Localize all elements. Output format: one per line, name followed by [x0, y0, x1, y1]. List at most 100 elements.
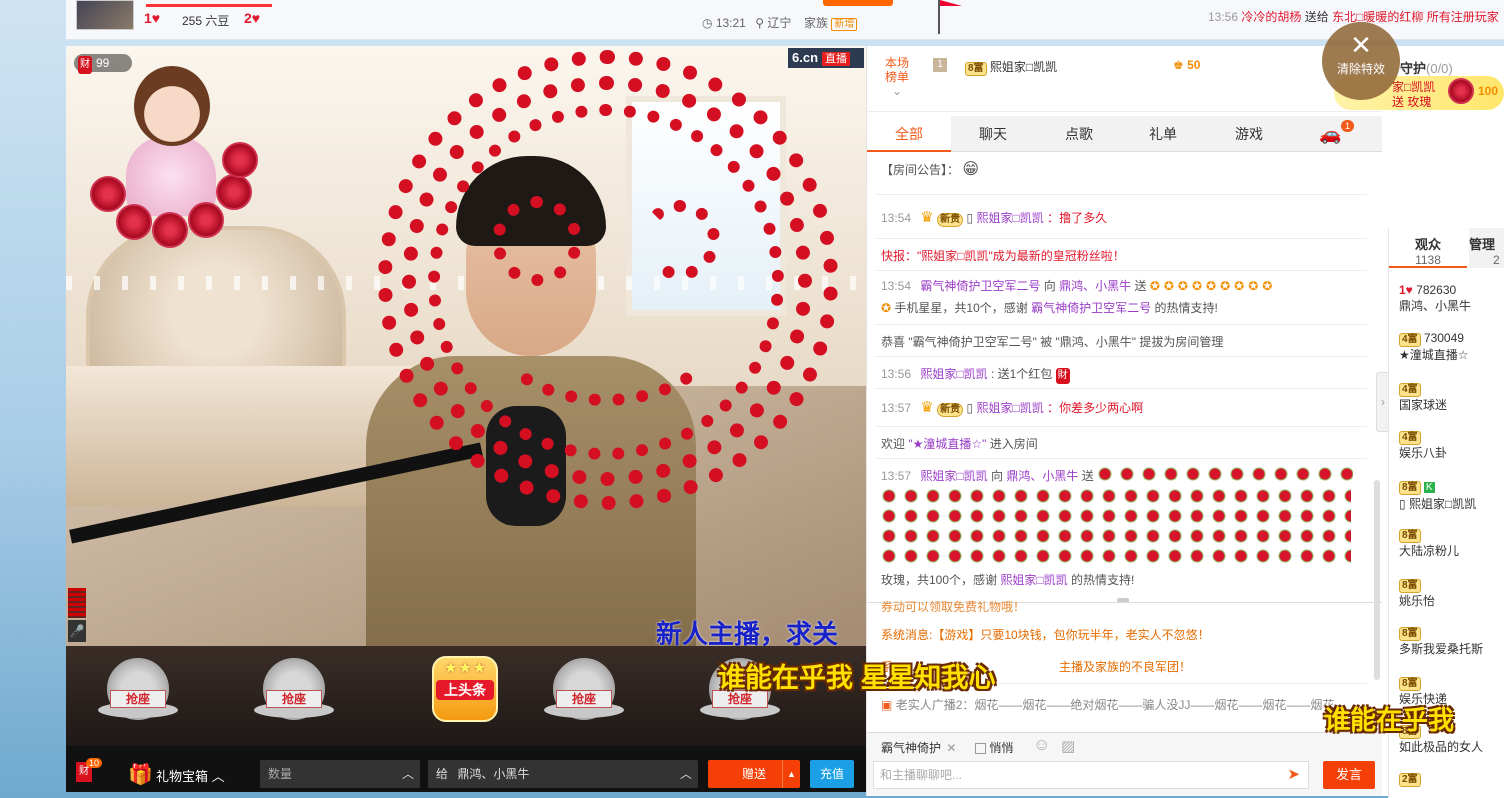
tab-viewers[interactable]: 观众 1138	[1389, 228, 1467, 268]
viewer-item[interactable]: 8富 大陆凉粉儿	[1399, 526, 1459, 559]
coin-icon: ♚	[1173, 58, 1184, 72]
gift-receiver[interactable]: 鼎鸿、小黑牛	[1006, 469, 1078, 483]
logo-text: 6.cn	[792, 50, 819, 65]
tab-songs[interactable]: 点歌	[1037, 116, 1121, 152]
send-message-button[interactable]: 发言	[1323, 761, 1375, 789]
gift-box-icon[interactable]: 🎁	[128, 762, 153, 787]
gift-box-label: 礼物宝箱	[156, 769, 209, 784]
rich-level-badge: 8富	[1399, 627, 1421, 641]
viewer-item[interactable]: 1♥ 782630 鼎鸿、小黑牛	[1399, 282, 1471, 314]
car-icon[interactable]: 🚗	[1319, 124, 1341, 145]
cai-badge[interactable]: 财 99	[74, 54, 132, 74]
viewer-item[interactable]: 4富 国家球迷	[1399, 380, 1447, 413]
tab-gifts[interactable]: 礼单	[1121, 116, 1205, 152]
divider	[875, 270, 1367, 271]
viewer-id: 730049	[1423, 331, 1464, 345]
clear-effects-button[interactable]: ✕ 清除特效	[1322, 22, 1400, 100]
thanks-user[interactable]: 霸气神倚护卫空军二号	[1031, 301, 1151, 315]
microphone-icon[interactable]: 🎤	[68, 620, 86, 642]
recharge-button[interactable]: 充值	[810, 760, 854, 788]
rich-level-badge: 8富	[965, 62, 987, 76]
recipient-select[interactable]: 给 鼎鸿、小黑牛 ︿	[428, 760, 698, 788]
rose-icon	[152, 212, 188, 248]
tab-games[interactable]: 游戏	[1207, 116, 1291, 152]
cai-icon: 财	[79, 766, 89, 777]
tab-all[interactable]: 全部	[867, 116, 951, 152]
broadcast-user[interactable]: 冷冷的胡杨	[1241, 10, 1301, 24]
message-user[interactable]: 熙姐家□凯凯	[976, 211, 1043, 225]
headline-label: 上头条	[436, 680, 494, 700]
emoji-icon[interactable]: ☺	[1033, 735, 1050, 755]
give-gift-button[interactable]: 赠送 ▲	[708, 760, 800, 788]
chevron-up-icon: ︿	[211, 769, 225, 784]
vip-badge: 新贵	[937, 403, 964, 417]
flag-icon	[940, 0, 962, 6]
thanks-tail: 的热情支持!	[1154, 301, 1218, 315]
send-word: 送	[1134, 279, 1147, 293]
viewer-name: 熙姐家□凯凯	[1408, 497, 1477, 511]
viewer-item[interactable]: 4富 730049 ★潼城直播☆	[1399, 330, 1469, 363]
grab-seat-label: 抢座	[266, 690, 322, 708]
ticker-text: 新人主播，求关	[656, 619, 839, 646]
rank-label[interactable]: 本场 榜单 ⌄	[885, 56, 909, 98]
close-icon[interactable]: ✕	[946, 741, 956, 755]
caret-up-icon[interactable]: ▲	[782, 760, 800, 788]
seat-2[interactable]: 抢座	[244, 650, 344, 740]
news-flash: 快报："熙姐家□凯凯"成为最新的皇冠粉丝啦！	[881, 249, 1125, 263]
follow-button[interactable]	[823, 0, 893, 6]
private-toggle[interactable]: 悄悄	[975, 739, 1013, 756]
guard-header[interactable]: 守护(0/0)	[1400, 58, 1453, 77]
rank-user-name: 熙姐家□凯凯	[989, 60, 1058, 74]
viewer-name: 鼎鸿、小黑牛	[1399, 299, 1472, 313]
welcome-tail: 进入房间	[989, 437, 1038, 451]
send-plane-icon[interactable]: ➤	[1287, 762, 1300, 788]
divider	[875, 458, 1367, 459]
chat-scrollbar[interactable]	[1374, 480, 1380, 680]
thanks-user[interactable]: 熙姐家□凯凯	[1000, 573, 1067, 587]
rich-level-badge: 8富	[1399, 529, 1421, 543]
family-label: 家族	[804, 16, 829, 30]
rich-level-badge: 4富	[1399, 383, 1421, 397]
gift-sender[interactable]: 熙姐家□凯凯	[920, 469, 987, 483]
chat-input[interactable]: 和主播聊聊吧... ➤	[873, 761, 1309, 789]
quantity-input[interactable]: 数量 ︿	[260, 760, 420, 788]
video-player[interactable]: 财 99 6.cn 直播 新人主播，求关 🎤	[66, 46, 866, 646]
image-icon[interactable]: ▨	[1061, 737, 1075, 755]
message-user[interactable]: 熙姐家□凯凯	[976, 401, 1043, 415]
gift-sender[interactable]: 霸气神倚护卫空军二号	[920, 279, 1040, 293]
headline-button[interactable]: ★★★ 上头条	[432, 656, 498, 722]
viewer-item[interactable]: 8富 K ▯ 熙姐家□凯凯	[1399, 478, 1476, 512]
family-info[interactable]: 家族 新增	[804, 14, 858, 31]
viewer-name: 大陆凉粉儿	[1399, 544, 1460, 558]
welcome-message: 欢迎 "★潼城直播☆" 进入房间	[881, 436, 1038, 452]
message-user[interactable]: 熙姐家□凯凯	[920, 367, 987, 381]
seat-3[interactable]: 抢座	[534, 650, 634, 740]
message-time: 13:56	[881, 367, 912, 381]
host-avatar[interactable]	[76, 0, 134, 30]
viewer-item[interactable]: 4富 娱乐八卦	[1399, 428, 1447, 461]
time-info: ◷ 13:21 ⚲ 辽宁	[702, 14, 791, 31]
viewer-item[interactable]: 8富 姚乐怡	[1399, 576, 1435, 609]
gift-receiver[interactable]: 鼎鸿、小黑牛	[1059, 279, 1131, 293]
stream-location: 辽宁	[767, 16, 792, 30]
target-user-chip[interactable]: 霸气神倚护 ✕	[881, 739, 956, 756]
gift-box-button[interactable]: 礼物宝箱 ︿	[156, 766, 225, 785]
fans-count: 1	[144, 10, 152, 26]
tab-chat[interactable]: 聊天	[951, 116, 1035, 152]
gift-message: 13:54 霸气神倚护卫空军二号 向 鼎鸿、小黑牛 送 ✪✪✪✪✪✪✪✪✪	[881, 278, 1276, 294]
viewer-name: 姚乐怡	[1399, 594, 1436, 608]
tab-admins[interactable]: 管理 2	[1469, 228, 1504, 268]
chevron-up-icon: ︿	[401, 767, 414, 781]
rank-user[interactable]: 8富 熙姐家□凯凯	[965, 58, 1057, 76]
thanks-tail: 的热情支持!	[1070, 573, 1135, 587]
seat-1[interactable]: 抢座	[88, 650, 188, 740]
fans-counter-2: 2♥	[244, 10, 260, 26]
viewer-item[interactable]: 2富	[1399, 770, 1421, 787]
checkbox-icon[interactable]	[975, 743, 986, 755]
beans-count: 255 六豆	[182, 14, 230, 28]
welcome-user[interactable]: "★潼城直播☆"	[908, 437, 986, 451]
viewer-item[interactable]: 8富 多斯我爱桑托斯	[1399, 624, 1483, 657]
divider	[875, 324, 1367, 325]
stream-time: 13:21	[715, 16, 746, 30]
rich-level-badge: 2富	[1399, 773, 1421, 787]
